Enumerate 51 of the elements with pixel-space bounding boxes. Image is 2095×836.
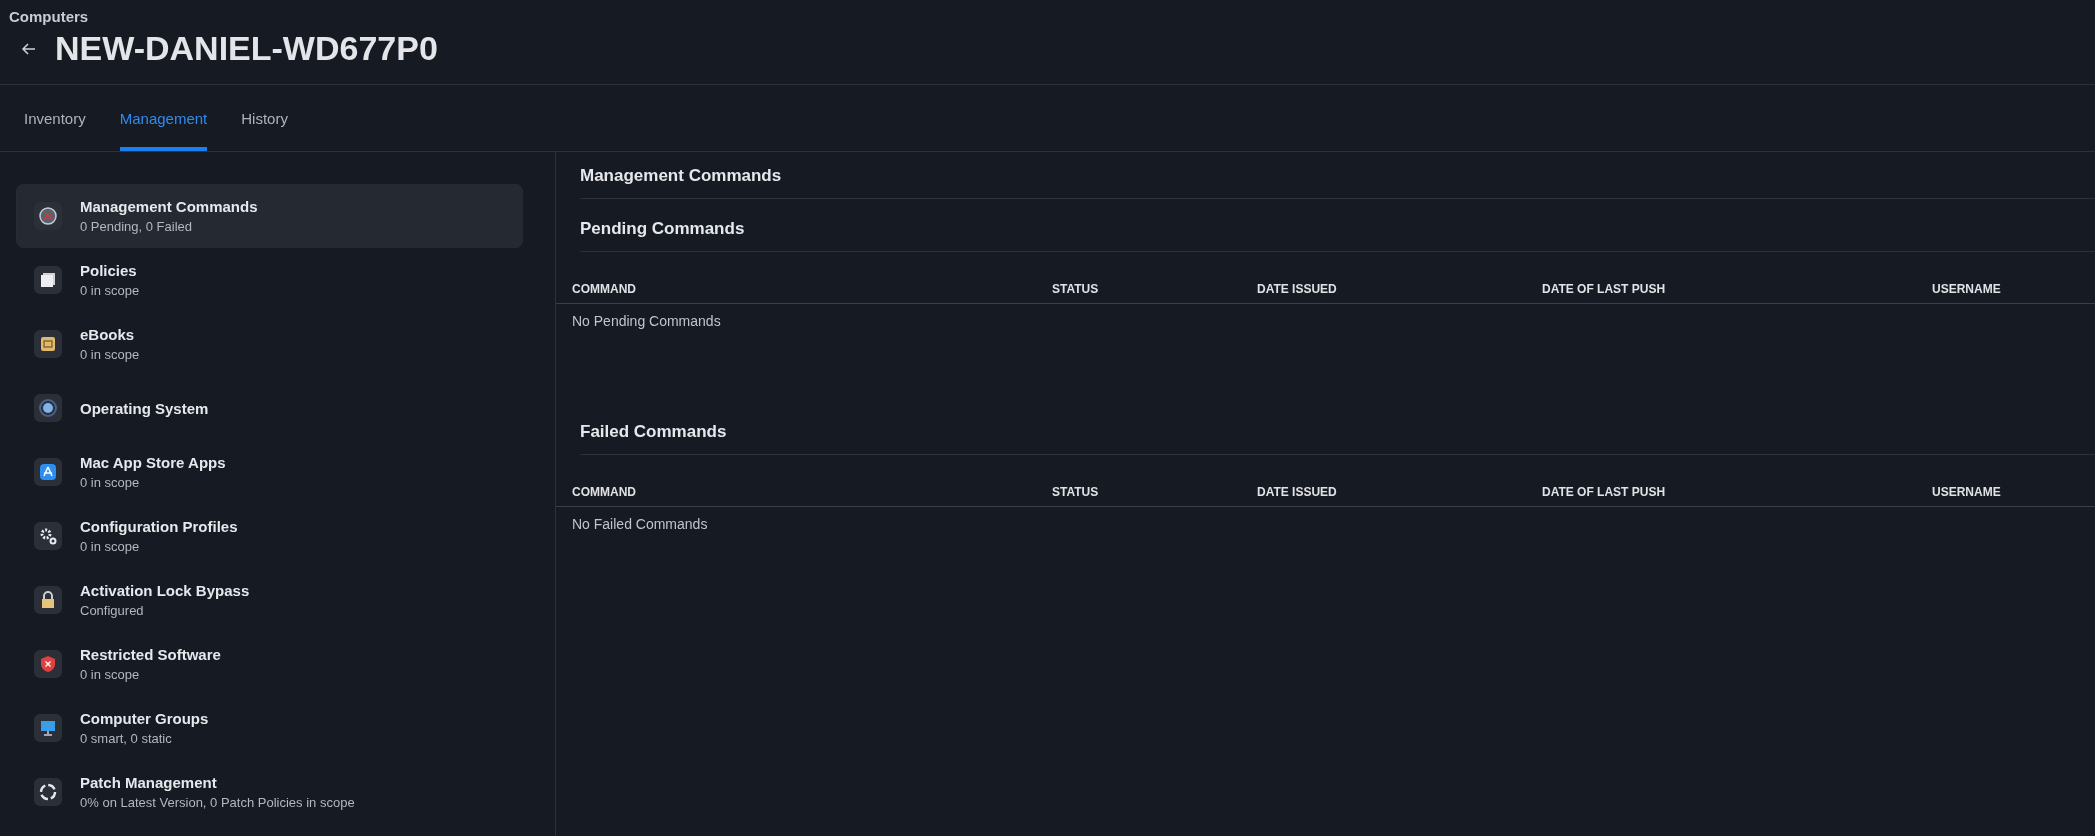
item-title: eBooks <box>80 326 136 343</box>
app-icon <box>34 330 62 358</box>
app-icon <box>34 458 62 486</box>
empty-message: No Failed Commands <box>571 515 709 534</box>
item-subtitle: 0 in scope <box>80 347 140 362</box>
item-subtitle: Configured <box>80 603 145 618</box>
breadcrumb-link[interactable]: Computers <box>9 8 89 25</box>
app-icon <box>34 778 62 806</box>
item-subtitle: 0 smart, 0 static <box>80 731 173 746</box>
column-header: USERNAME <box>1932 485 2002 499</box>
app-icon <box>34 394 62 422</box>
item-title: Configuration Profiles <box>80 518 238 535</box>
item-title: Patch Management <box>80 774 218 791</box>
item-title: Activation Lock Bypass <box>80 582 250 599</box>
column-header: DATE OF LAST PUSH <box>1542 485 1667 499</box>
sidebar-item[interactable]: Management Commands 0 Pending, 0 Failed <box>16 184 523 248</box>
column-header: DATE ISSUED <box>1257 485 1338 499</box>
tab[interactable]: Management <box>119 110 208 151</box>
column-header: COMMAND <box>572 282 637 296</box>
column-header: DATE OF LAST PUSH <box>1542 282 1667 296</box>
column-header: DATE ISSUED <box>1257 282 1338 296</box>
item-title: Management Commands <box>80 198 258 215</box>
app-icon <box>34 586 62 614</box>
column-header: USERNAME <box>1932 282 2002 296</box>
item-subtitle: 0 in scope <box>80 667 141 682</box>
section-heading: Management Commands <box>580 166 2095 199</box>
item-title: Policies <box>80 262 138 279</box>
app-icon <box>34 650 62 678</box>
tab[interactable]: Inventory <box>24 110 86 151</box>
page-title: NEW-DANIEL-WD677P0 <box>55 29 438 68</box>
app-icon <box>34 202 62 230</box>
item-title: Operating System <box>80 399 209 417</box>
section-heading: Pending Commands <box>580 219 2095 252</box>
column-header: STATUS <box>1052 282 1100 296</box>
item-title: Restricted Software <box>80 646 221 663</box>
item-subtitle: 0 in scope <box>80 539 141 554</box>
app-icon <box>34 714 62 742</box>
tab[interactable]: History <box>241 110 288 151</box>
item-subtitle: 0 Pending, 0 Failed <box>80 219 194 234</box>
item-subtitle: 0 in scope <box>80 475 141 490</box>
app-icon <box>34 266 62 294</box>
item-title: Computer Groups <box>80 710 209 727</box>
item-subtitle: 0 in scope <box>80 283 140 298</box>
empty-message: No Pending Commands <box>571 312 722 331</box>
column-header: COMMAND <box>572 485 637 499</box>
item-subtitle: 0% on Latest Version, 0 Patch Policies in scope <box>80 795 355 810</box>
column-header: STATUS <box>1052 485 1100 499</box>
item-title: Mac App Store Apps <box>80 454 226 471</box>
app-icon <box>34 522 62 550</box>
back-icon[interactable] <box>21 40 37 57</box>
section-heading: Failed Commands <box>580 422 2095 455</box>
